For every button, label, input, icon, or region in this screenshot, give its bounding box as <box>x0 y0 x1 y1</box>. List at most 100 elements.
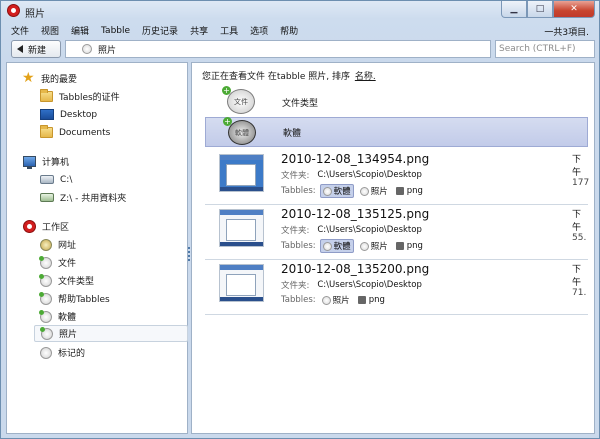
file-type-tag[interactable]: png <box>394 186 425 196</box>
folder-label: 文件夹: <box>281 281 310 291</box>
sidebar-item-label: 帮助Tabbles <box>58 295 110 305</box>
sidebar-item-c-drive[interactable]: C:\ <box>34 171 188 188</box>
sidebar-item-tabbles-docs[interactable]: Tabbles的证件 <box>34 88 188 105</box>
menu-tabble[interactable]: Tabble <box>95 26 136 36</box>
file-type-tag[interactable]: png <box>356 295 387 305</box>
file-folder-row: 文件夹: C:\Users\Scopio\Desktop <box>281 169 422 181</box>
sidebar-item-documents[interactable]: Documents <box>34 124 188 141</box>
tabble-tag-label: 軟體 <box>333 187 351 197</box>
file-type-label: png <box>406 241 423 251</box>
view-info-text: 您正在查看文件 在tabble 照片, 排序 <box>202 72 350 82</box>
file-tabbles-row: Tabbles: 照片 png <box>281 294 387 306</box>
sidebar-item-label: Documents <box>59 127 111 138</box>
sidebar-group-workspace[interactable]: 工作区 <box>23 220 69 233</box>
tabble-icon <box>39 273 52 287</box>
file-thumbnail <box>219 209 264 247</box>
file-row[interactable]: 2010-12-08_134954.png 文件夹: C:\Users\Scop… <box>205 149 589 205</box>
tabble-icon <box>39 291 52 305</box>
file-size: 55. <box>572 233 587 243</box>
maximize-button[interactable]: □ <box>527 1 553 18</box>
sidebar-item-files[interactable]: 文件 <box>34 254 188 271</box>
tabble-tag[interactable]: 軟體 <box>319 184 354 198</box>
main-panel: 您正在查看文件 在tabble 照片, 排序 名称. + 文件 文件类型 + 軟… <box>191 62 595 434</box>
file-name[interactable]: 2010-12-08_134954.png <box>281 152 429 166</box>
group-header-label: 軟體 <box>283 128 302 139</box>
sidebar-item-urls[interactable]: 网址 <box>34 236 188 253</box>
file-name[interactable]: 2010-12-08_135125.png <box>281 207 429 221</box>
thumbnail-bar <box>220 265 263 270</box>
file-row[interactable]: 2010-12-08_135125.png 文件夹: C:\Users\Scop… <box>205 204 588 260</box>
folder-path[interactable]: C:\Users\Scopio\Desktop <box>317 225 421 235</box>
group-header-software[interactable]: + 軟體 軟體 <box>205 117 588 147</box>
menu-history[interactable]: 历史记录 <box>136 24 184 37</box>
tabbles-logo-icon <box>7 4 20 17</box>
search-input[interactable]: Search (CTRL+F) <box>495 40 595 58</box>
add-icon: + <box>222 86 231 95</box>
menu-bar: 文件 视图 编辑 Tabble 历史记录 共享 工具 选项 帮助 <box>5 22 304 39</box>
file-type-icon <box>395 242 404 250</box>
menu-view[interactable]: 视图 <box>35 24 65 37</box>
sidebar-item-file-types[interactable]: 文件类型 <box>34 272 188 289</box>
file-name[interactable]: 2010-12-08_135200.png <box>281 262 429 276</box>
folder-icon <box>40 89 53 102</box>
menu-tools[interactable]: 工具 <box>214 24 244 37</box>
thumbnail-window <box>226 164 256 186</box>
add-icon: + <box>223 117 232 126</box>
file-folder-row: 文件夹: C:\Users\Scopio\Desktop <box>281 279 422 291</box>
tabbles-label: Tabbles: <box>281 295 316 305</box>
tabble-tag[interactable]: 照片 <box>358 185 390 197</box>
sidebar-item-software[interactable]: 軟體 <box>34 308 188 325</box>
close-button[interactable]: ✕ <box>553 1 595 18</box>
tabble-tag[interactable]: 照片 <box>320 294 352 306</box>
sidebar-item-label: 照片 <box>59 330 78 340</box>
maximize-icon: □ <box>535 4 545 14</box>
tabble-tag[interactable]: 軟體 <box>319 239 354 253</box>
file-tabbles-row: Tabbles: 軟體 照片 png <box>281 184 425 198</box>
file-type-icon <box>395 187 404 195</box>
path-breadcrumb[interactable]: 照片 <box>65 40 491 58</box>
sidebar-item-label: Z:\ - 共用資料夾 <box>60 194 127 204</box>
tabble-icon <box>322 241 332 251</box>
menu-share[interactable]: 共享 <box>184 24 214 37</box>
tabble-tag-label: 照片 <box>370 242 388 252</box>
folder-label: 文件夹: <box>281 171 310 181</box>
new-button[interactable]: 新建 <box>11 40 61 58</box>
sort-link[interactable]: 名称. <box>355 72 376 82</box>
thumbnail-taskbar <box>220 242 263 246</box>
sidebar-group-favorites[interactable]: 我的最愛 <box>22 70 77 86</box>
sidebar-item-photos[interactable]: 照片 <box>34 325 188 342</box>
sidebar-item-desktop[interactable]: Desktop <box>34 106 188 123</box>
tabble-icon <box>322 186 332 196</box>
menu-options[interactable]: 选项 <box>244 24 274 37</box>
tabble-tag[interactable]: 照片 <box>358 240 390 252</box>
sidebar-item-label: 文件 <box>58 259 77 269</box>
network-drive-icon <box>40 193 54 202</box>
tabble-icon <box>39 309 52 323</box>
minimize-button[interactable]: ▁ <box>501 1 527 18</box>
folder-path[interactable]: C:\Users\Scopio\Desktop <box>317 280 421 290</box>
sidebar-item-help-tabbles[interactable]: 帮助Tabbles <box>34 290 188 307</box>
tabbles-label: Tabbles: <box>281 241 316 251</box>
menu-edit[interactable]: 编辑 <box>65 24 95 37</box>
sidebar-item-tagged[interactable]: 标记的 <box>34 344 188 361</box>
file-type-tag[interactable]: png <box>394 241 425 251</box>
file-tabbles-row: Tabbles: 軟體 照片 png <box>281 239 425 253</box>
sidebar-item-z-drive[interactable]: Z:\ - 共用資料夾 <box>34 189 188 206</box>
menu-help[interactable]: 帮助 <box>274 24 304 37</box>
drive-icon <box>40 175 54 184</box>
group-header-file-types[interactable]: + 文件 文件类型 <box>205 86 588 117</box>
file-size: 71. <box>572 288 587 298</box>
sidebar-item-label: 軟體 <box>58 313 77 323</box>
menu-file[interactable]: 文件 <box>5 24 35 37</box>
nav-bar: 新建 照片 Search (CTRL+F) <box>7 39 595 59</box>
sidebar-group-computer[interactable]: 计算机 <box>23 155 69 169</box>
sidebar: 我的最愛 Tabbles的证件 Desktop Documents 计算机 C:… <box>6 62 188 434</box>
view-info: 您正在查看文件 在tabble 照片, 排序 名称. <box>202 69 376 82</box>
file-type-icon <box>357 296 366 304</box>
sidebar-item-label: Desktop <box>60 109 98 120</box>
window-title: 照片 <box>25 9 45 20</box>
file-row[interactable]: 2010-12-08_135200.png 文件夹: C:\Users\Scop… <box>205 259 588 315</box>
folder-path[interactable]: C:\Users\Scopio\Desktop <box>317 170 421 180</box>
tabble-icon <box>321 295 331 305</box>
group-title: 工作区 <box>42 223 70 233</box>
